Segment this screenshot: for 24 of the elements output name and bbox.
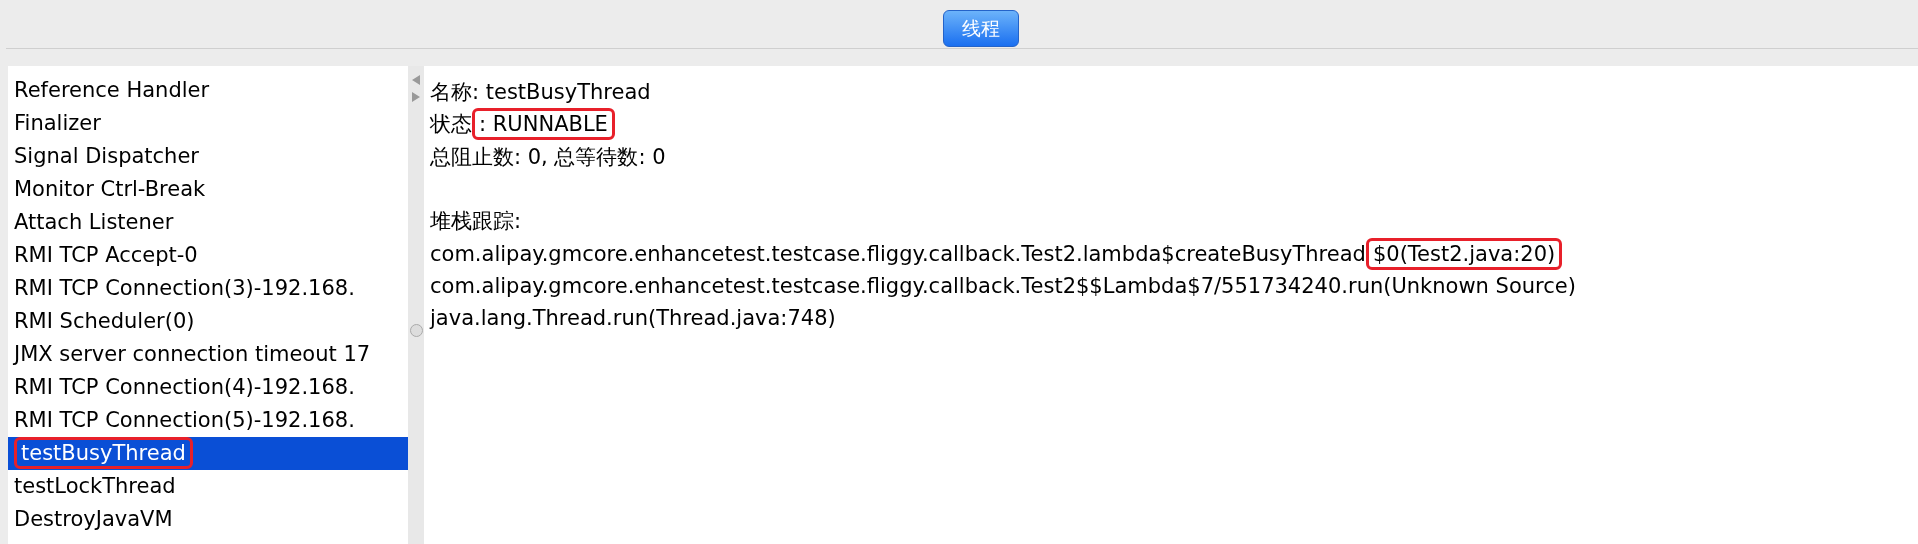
thread-list-item[interactable]: RMI TCP Connection(3)-192.168. [8,272,408,305]
thread-list-item[interactable]: RMI TCP Connection(5)-192.168. [8,404,408,437]
counts-text: 总阻止数: 0, 总等待数: 0 [430,143,667,171]
thread-list-item[interactable]: DestroyJavaVM [8,503,408,536]
thread-list-item[interactable]: Monitor Ctrl-Break [8,173,408,206]
state-label: 状态 [430,112,472,137]
thread-list-item[interactable]: Finalizer [8,107,408,140]
thread-list-item[interactable]: RMI Scheduler(0) [8,305,408,338]
thread-list-item[interactable]: testLockThread [8,470,408,503]
thread-list-item[interactable]: RMI TCP Connection(4)-192.168. [8,371,408,404]
thread-list-item[interactable]: Attach Listener [8,206,408,239]
thread-list-item[interactable]: testBusyThread [8,437,408,470]
thread-list-item[interactable]: RMI TCP Accept-0 [8,239,408,272]
stack-frame-text: com.alipay.gmcore.enhancetest.testcase.fliggy.callback.Test2$$Lambda$7/551734240.run(Unknown Source) [430,273,1577,301]
stack-frame-text: java.lang.Thread.run(Thread.java:748) [430,305,837,333]
state-value: : RUNNABLE [472,108,615,141]
stack-frame-text: com.alipay.gmcore.enhancetest.testcase.fliggy.callback.Test2.lambda$createBusyThread $0(Test2.java:20) [430,237,1918,271]
stack-trace-label: 堆栈跟踪: [430,208,523,236]
thread-list-item[interactable]: Signal Dispatcher [8,140,408,173]
collapse-arrows-icon[interactable] [410,74,422,104]
thread-list-item[interactable]: JMX server connection timeout 17 [8,338,408,371]
splitter-handle-icon[interactable] [409,324,423,337]
thread-list-item[interactable]: Reference Handler [8,74,408,107]
thread-name-text: 名称: testBusyThread [430,79,652,106]
